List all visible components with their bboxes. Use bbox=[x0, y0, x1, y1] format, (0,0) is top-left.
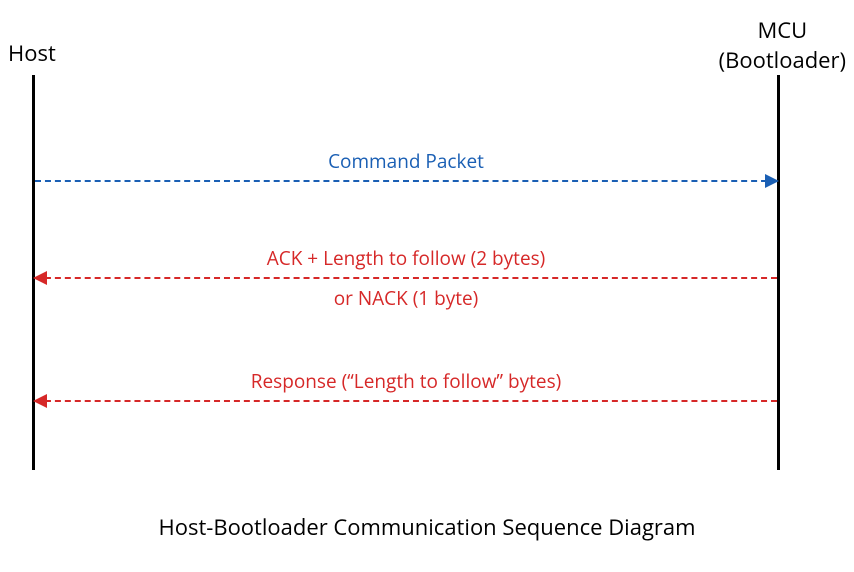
actor-mcu-line1: MCU bbox=[719, 15, 846, 45]
lifeline-mcu bbox=[777, 75, 780, 470]
message-response: Response (“Length to follow” bytes) bbox=[35, 400, 777, 402]
actor-host-label: Host bbox=[8, 38, 56, 68]
arrow-left-icon bbox=[33, 394, 47, 408]
diagram-caption: Host-Bootloader Communication Sequence D… bbox=[0, 512, 854, 542]
sequence-diagram: Host MCU (Bootloader) Command Packet ACK… bbox=[0, 0, 854, 572]
message-nack-label: or NACK (1 byte) bbox=[35, 285, 777, 311]
arrow-left-icon bbox=[33, 271, 47, 285]
message-command-packet-label: Command Packet bbox=[35, 148, 777, 174]
message-response-label: Response (“Length to follow” bytes) bbox=[35, 368, 777, 394]
message-ack-label: ACK + Length to follow (2 bytes) bbox=[35, 245, 777, 271]
actor-mcu-line2: (Bootloader) bbox=[719, 45, 846, 75]
message-command-packet-line bbox=[35, 180, 777, 182]
message-command-packet: Command Packet bbox=[35, 180, 777, 182]
arrow-right-icon bbox=[765, 174, 779, 188]
message-ack-nack: ACK + Length to follow (2 bytes) or NACK… bbox=[35, 277, 777, 279]
actor-mcu-label: MCU (Bootloader) bbox=[719, 15, 846, 75]
message-ack-line bbox=[35, 277, 777, 279]
message-response-line bbox=[35, 400, 777, 402]
